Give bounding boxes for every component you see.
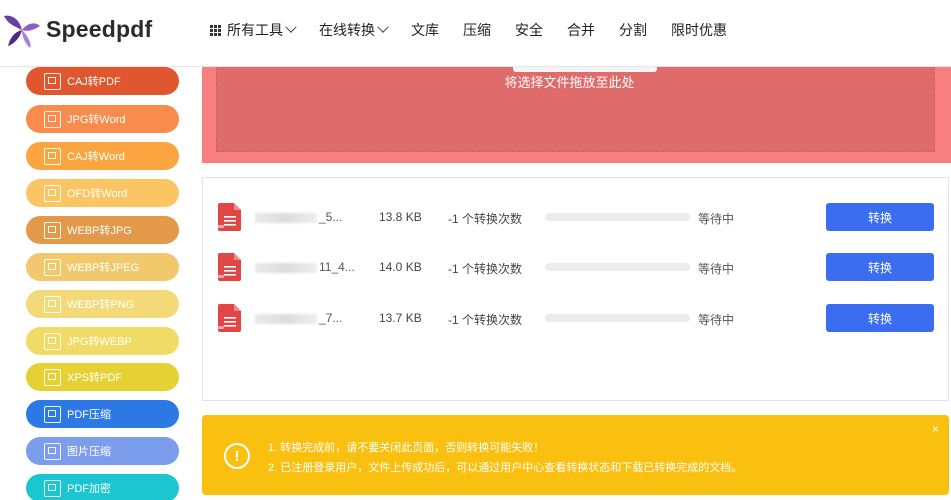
nav-promo[interactable]: 限时优惠 [671, 20, 727, 40]
nav-security[interactable]: 安全 [515, 20, 543, 40]
dropzone-hint-wrap: 将选择文件拖放至此处 [217, 72, 934, 91]
pdf-file-icon [218, 203, 241, 231]
logo-icon[interactable] [0, 10, 40, 50]
redacted-name [255, 262, 317, 273]
progress-bar [545, 263, 690, 271]
chevron-down-icon [285, 21, 297, 33]
top-header: Speedpdf 所有工具 在线转换 文库 压缩 安全 合并 分割 限时优惠 [0, 0, 951, 67]
progress-bar [545, 213, 690, 221]
file-name: 11_4... [255, 260, 355, 274]
compress-icon [44, 405, 61, 423]
file-status: 等待中 [698, 212, 735, 226]
nav-split[interactable]: 分割 [619, 20, 647, 40]
image-word-icon [44, 110, 61, 128]
sidebar-item-label: PDF加密 [67, 483, 111, 495]
main-nav: 所有工具 在线转换 文库 压缩 安全 合并 分割 限时优惠 [210, 20, 751, 40]
nav-compress[interactable]: 压缩 [463, 20, 491, 40]
file-size: 13.7 KB [379, 311, 422, 325]
nav-label: 安全 [515, 22, 543, 38]
nav-all-tools[interactable]: 所有工具 [210, 20, 297, 40]
xps-pdf-icon [44, 368, 61, 386]
webp-jpg-icon [44, 221, 61, 239]
pdf-file-icon [218, 304, 241, 332]
nav-library[interactable]: 文库 [411, 20, 439, 40]
notice-line: 1. 转换完成前，请不要关闭此页面，否则转换可能失败！ [268, 442, 545, 454]
notice-line: 2. 已注册登录用户，文件上传成功后，可以通过用户中心查看转换状态和下载已转换完… [268, 462, 743, 474]
convert-button[interactable]: 转换 [826, 203, 934, 231]
jpg-webp-icon [44, 332, 61, 350]
sidebar-item-label: JPG转WEBP [67, 336, 132, 348]
sidebar-item-pdf-compress[interactable]: PDF压缩 [26, 400, 179, 428]
close-icon[interactable]: × [932, 422, 939, 436]
dropzone-area[interactable]: 将选择文件拖放至此处 [216, 67, 935, 152]
sidebar-item-webp-to-png[interactable]: WEBP转PNG [26, 290, 179, 318]
convert-button[interactable]: 转换 [826, 304, 934, 332]
sidebar-item-jpg-to-webp[interactable]: JPG转WEBP [26, 327, 179, 355]
chevron-down-icon [377, 21, 389, 33]
upload-dropzone[interactable]: 将选择文件拖放至此处 [202, 67, 951, 163]
sidebar-item-label: PDF压缩 [67, 409, 111, 421]
conversion-count: -1 个转换次数 [448, 212, 523, 226]
nav-label: 合并 [567, 22, 595, 38]
conversion-count: -1 个转换次数 [448, 262, 523, 276]
sidebar-item-caj-to-word[interactable]: CAJ转Word [26, 142, 179, 170]
file-status: 等待中 [698, 262, 735, 276]
file-row: _5... 13.8 KB -1 个转换次数 等待中 转换 [203, 203, 948, 231]
caj-pdf-icon [44, 72, 61, 90]
sidebar-item-jpg-to-word[interactable]: JPG转Word [26, 105, 179, 133]
redacted-name [255, 313, 317, 324]
nav-label: 分割 [619, 22, 647, 38]
sidebar-item-image-compress[interactable]: 图片压缩 [26, 437, 179, 465]
nav-merge[interactable]: 合并 [567, 20, 595, 40]
sidebar-item-label: CAJ转PDF [67, 76, 121, 88]
nav-label: 文库 [411, 22, 439, 38]
brand-name[interactable]: Speedpdf [46, 16, 152, 43]
file-status: 等待中 [698, 313, 735, 327]
sidebar-item-webp-to-jpg[interactable]: WEBP转JPG [26, 216, 179, 244]
lock-icon [44, 479, 61, 497]
nav-label: 所有工具 [227, 22, 283, 38]
sidebar-item-ofd-to-word[interactable]: OFD转Word [26, 179, 179, 207]
nav-online-convert[interactable]: 在线转换 [319, 20, 389, 40]
file-name: _5... [255, 210, 342, 224]
file-row: 11_4... 14.0 KB -1 个转换次数 等待中 转换 [203, 253, 948, 281]
webp-jpeg-icon [44, 258, 61, 276]
notice-banner: ! × 1. 转换完成前，请不要关闭此页面，否则转换可能失败！ 2. 已注册登录… [202, 415, 949, 495]
file-name-suffix: _7... [319, 311, 343, 325]
caj-word-icon [44, 147, 61, 165]
sidebar-item-label: CAJ转Word [67, 151, 125, 163]
sidebar-item-label: WEBP转JPG [67, 225, 132, 237]
sidebar-item-webp-to-jpeg[interactable]: WEBP转JPEG [26, 253, 179, 281]
file-name: _7... [255, 311, 342, 325]
nav-label: 压缩 [463, 22, 491, 38]
file-name-suffix: _5... [319, 210, 343, 224]
sidebar-item-caj-to-pdf[interactable]: CAJ转PDF [26, 67, 179, 95]
dropzone-hint: 将选择文件拖放至此处 [504, 75, 635, 90]
file-name-suffix: 11_4... [319, 260, 355, 274]
grid-icon [210, 24, 221, 36]
sidebar-item-label: 图片压缩 [67, 446, 111, 458]
exclamation-icon: ! [224, 443, 250, 469]
sidebar-item-pdf-encrypt[interactable]: PDF加密 [26, 474, 179, 500]
conversion-count: -1 个转换次数 [448, 313, 523, 327]
file-list: _5... 13.8 KB -1 个转换次数 等待中 转换 11_4... 14… [202, 177, 949, 401]
pdf-file-icon [218, 253, 241, 281]
sidebar-item-label: WEBP转JPEG [67, 262, 140, 274]
file-row: _7... 13.7 KB -1 个转换次数 等待中 转换 [203, 304, 948, 332]
sidebar-item-label: WEBP转PNG [67, 299, 135, 311]
progress-bar [545, 314, 690, 322]
webp-png-icon [44, 295, 61, 313]
nav-label: 限时优惠 [671, 22, 727, 38]
sidebar-item-xps-to-pdf[interactable]: XPS转PDF [26, 363, 179, 391]
redacted-name [255, 212, 317, 223]
ofd-word-icon [44, 184, 61, 202]
convert-button[interactable]: 转换 [826, 253, 934, 281]
file-size: 13.8 KB [379, 210, 422, 224]
nav-label: 在线转换 [319, 22, 375, 38]
image-compress-icon [44, 442, 61, 460]
file-size: 14.0 KB [379, 260, 422, 274]
sidebar-item-label: OFD转Word [67, 188, 128, 200]
sidebar-item-label: JPG转Word [67, 114, 126, 126]
sidebar-item-label: XPS转PDF [67, 372, 123, 384]
